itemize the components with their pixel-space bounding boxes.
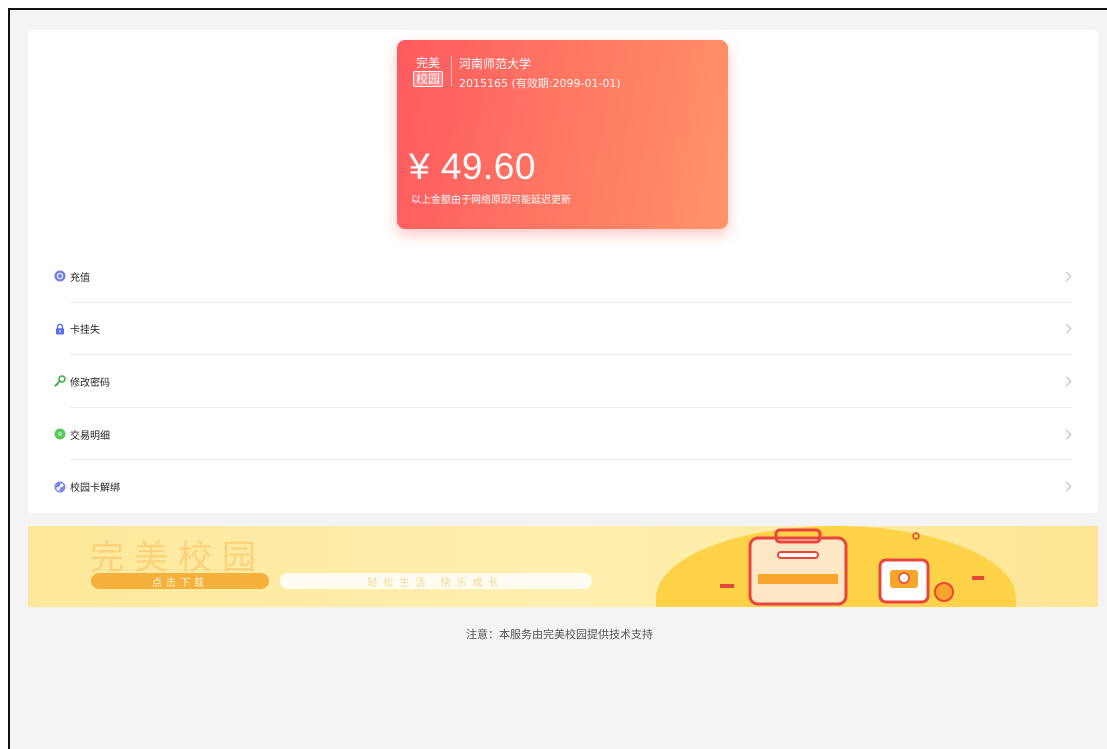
menu-label: 修改密码 <box>70 377 110 389</box>
balance-note: 以上金额由于网络原因可能延迟更新 <box>411 195 571 206</box>
lock-icon <box>54 323 66 335</box>
app-frame: 完美 校园 河南师范大学 2015165 (有效期:2099-01-01) ¥ … <box>8 8 1107 749</box>
campus-logo: 完美 校园 <box>411 54 445 88</box>
card-id: 2015165 (有效期:2099-01-01) <box>459 77 621 90</box>
card-divider <box>451 56 452 86</box>
balance-amount: ¥ 49.60 <box>409 146 536 187</box>
download-banner[interactable]: 完美校园 点击下载 轻松生活 快乐成长 <box>28 526 1098 607</box>
chevron-right-icon <box>1061 481 1072 492</box>
link-icon <box>54 481 66 493</box>
download-button[interactable]: 点击下载 <box>91 573 269 589</box>
chevron-right-icon <box>1061 271 1072 282</box>
menu-label: 充值 <box>70 272 90 284</box>
chevron-right-icon <box>1061 429 1072 440</box>
menu-label: 校园卡解绑 <box>70 483 120 495</box>
menu-item-unbind-card[interactable]: 校园卡解绑 <box>28 460 1098 513</box>
campus-card: 完美 校园 河南师范大学 2015165 (有效期:2099-01-01) ¥ … <box>397 40 728 229</box>
suitcase-illustration <box>720 528 984 606</box>
recharge-icon <box>54 270 66 282</box>
menu-item-recharge[interactable]: 充值 <box>28 250 1098 303</box>
footer-note: 注意：本服务由完美校园提供技术支持 <box>466 628 653 641</box>
transaction-icon <box>54 428 66 440</box>
chevron-right-icon <box>1061 323 1072 334</box>
logo-line-1: 完美 <box>415 55 440 70</box>
menu-label: 卡挂失 <box>70 325 100 337</box>
banner-title: 完美校园 <box>90 538 266 578</box>
menu-label: 交易明细 <box>70 430 110 442</box>
key-icon <box>54 375 66 388</box>
menu-item-transactions[interactable]: 交易明细 <box>28 408 1098 461</box>
menu-item-change-password[interactable]: 修改密码 <box>28 355 1098 408</box>
menu-item-report-loss[interactable]: 卡挂失 <box>28 303 1098 356</box>
school-name: 河南师范大学 <box>459 57 532 71</box>
main-panel: 完美 校园 河南师范大学 2015165 (有效期:2099-01-01) ¥ … <box>28 30 1098 513</box>
logo-line-2: 校园 <box>412 70 443 87</box>
chevron-right-icon <box>1061 376 1072 387</box>
menu-list: 充值 卡挂失 修改密码 交易明细 校园卡解绑 <box>28 250 1098 513</box>
banner-slogan: 轻松生活 快乐成长 <box>280 573 592 589</box>
